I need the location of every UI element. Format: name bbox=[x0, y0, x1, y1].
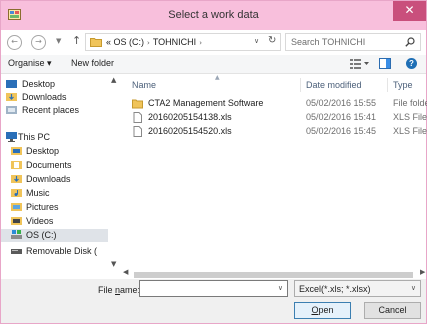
column-divider[interactable] bbox=[387, 78, 388, 92]
navigation-pane: Desktop Downloads Recent places This PC … bbox=[1, 74, 120, 270]
new-folder-button[interactable]: New folder bbox=[71, 58, 114, 68]
file-open-dialog: Select a work data ✕ ← → ▼ ↑ « OS (C:) › T… bbox=[0, 0, 427, 324]
help-icon[interactable]: ? bbox=[406, 58, 417, 69]
change-view-icon[interactable] bbox=[350, 58, 370, 69]
up-button[interactable]: ↑ bbox=[72, 34, 81, 47]
scroll-right-icon[interactable]: ▶ bbox=[420, 268, 425, 276]
search-icon[interactable] bbox=[405, 37, 415, 47]
sidebar-item-pictures[interactable]: Pictures bbox=[1, 201, 108, 214]
command-bar: Organise ▾ New folder ? bbox=[1, 55, 426, 74]
file-name: 20160205154138.xls bbox=[148, 112, 232, 122]
column-header-date-modified[interactable]: Date modified bbox=[306, 80, 362, 90]
sort-ascending-icon: ▲ bbox=[215, 74, 220, 81]
file-name-field[interactable] bbox=[140, 281, 280, 296]
sidebar-item-removable-disk[interactable]: Removable Disk ( bbox=[1, 245, 108, 258]
forward-button[interactable]: → bbox=[31, 35, 46, 50]
dialog-footer: File name: ∨ Excel(*.xls; *.xlsx) ∨ Open… bbox=[1, 279, 426, 323]
back-button[interactable]: ← bbox=[7, 35, 22, 50]
address-dropdown-icon[interactable]: ∨ bbox=[254, 37, 259, 45]
sidebar-item-documents[interactable]: Documents bbox=[1, 159, 108, 172]
desktop-folder-icon bbox=[11, 147, 22, 155]
preview-pane-icon[interactable] bbox=[379, 58, 391, 69]
file-name-combobox[interactable]: ∨ bbox=[139, 280, 288, 297]
horizontal-scrollbar[interactable]: ◀ ▶ bbox=[121, 268, 427, 279]
breadcrumb: « OS (C:) › TOHNICHI › bbox=[106, 37, 205, 47]
file-name: 20160205154520.xls bbox=[148, 126, 232, 136]
scroll-left-icon[interactable]: ◀ bbox=[123, 268, 128, 276]
search-placeholder: Search TOHNICHI bbox=[291, 37, 366, 47]
address-overflow[interactable]: « bbox=[106, 37, 111, 47]
sidebar-item-recent-places[interactable]: Recent places bbox=[1, 104, 108, 117]
breadcrumb-item-folder[interactable]: TOHNICHI bbox=[153, 37, 196, 47]
sidebar-item-desktop-folder[interactable]: Desktop bbox=[1, 145, 108, 158]
navigation-pane-scrollbar[interactable]: ▲ ▼ bbox=[108, 74, 121, 270]
chevron-down-icon[interactable]: ∨ bbox=[411, 284, 416, 292]
file-list: ▲ Name Date modified Type CTA2 Managemen… bbox=[121, 74, 427, 270]
file-icon bbox=[133, 112, 142, 123]
file-row[interactable]: CTA2 Management Software 05/02/2016 15:5… bbox=[121, 97, 427, 110]
column-header-type[interactable]: Type bbox=[393, 80, 413, 90]
file-date: 05/02/2016 15:45 bbox=[306, 126, 377, 136]
recent-places-icon bbox=[6, 106, 17, 114]
recent-locations-chevron-icon[interactable]: ▼ bbox=[56, 37, 61, 45]
file-date: 05/02/2016 15:41 bbox=[306, 112, 377, 122]
this-pc-icon bbox=[6, 132, 17, 142]
refresh-icon[interactable]: ↻ bbox=[268, 35, 276, 46]
file-type: File folder bbox=[393, 98, 427, 108]
file-type: XLS File bbox=[393, 112, 427, 122]
search-input[interactable]: Search TOHNICHI bbox=[285, 33, 421, 51]
sidebar-item-videos[interactable]: Videos bbox=[1, 215, 108, 228]
organise-button[interactable]: Organise ▾ bbox=[8, 58, 52, 69]
sidebar-item-downloads-pc[interactable]: Downloads bbox=[1, 173, 108, 186]
breadcrumb-separator[interactable]: › bbox=[147, 39, 150, 47]
file-name: CTA2 Management Software bbox=[148, 98, 264, 108]
file-type-value: Excel(*.xls; *.xlsx) bbox=[299, 284, 371, 294]
documents-icon bbox=[11, 161, 22, 169]
music-icon bbox=[11, 189, 22, 197]
sidebar-item-os-drive[interactable]: OS (C:) bbox=[1, 229, 108, 242]
sidebar-item-music[interactable]: Music bbox=[1, 187, 108, 200]
drive-icon bbox=[11, 230, 22, 239]
navigation-bar: ← → ▼ ↑ « OS (C:) › TOHNICHI › ∨ ↻ Search T… bbox=[1, 30, 426, 55]
pictures-icon bbox=[11, 203, 22, 211]
open-button[interactable]: Open bbox=[294, 302, 351, 319]
folder-icon bbox=[90, 38, 102, 47]
scroll-up-icon[interactable]: ▲ bbox=[111, 76, 116, 84]
chevron-down-icon[interactable]: ∨ bbox=[278, 284, 283, 292]
address-bar[interactable]: « OS (C:) › TOHNICHI › ∨ ↻ bbox=[85, 33, 281, 51]
file-type: XLS File bbox=[393, 126, 427, 136]
file-row[interactable]: 20160205154138.xls 05/02/2016 15:41 XLS … bbox=[121, 111, 427, 124]
scrollbar-thumb[interactable] bbox=[134, 272, 413, 278]
sidebar-item-this-pc[interactable]: This PC bbox=[1, 131, 108, 144]
file-icon bbox=[133, 126, 142, 137]
cancel-button[interactable]: Cancel bbox=[364, 302, 421, 319]
sidebar-item-desktop[interactable]: Desktop bbox=[1, 78, 108, 91]
file-name-label: File name: bbox=[98, 285, 141, 295]
downloads-icon bbox=[6, 93, 17, 101]
sidebar-item-downloads[interactable]: Downloads bbox=[1, 91, 108, 104]
title-bar[interactable]: Select a work data ✕ bbox=[1, 1, 426, 30]
breadcrumb-item-drive[interactable]: OS (C:) bbox=[114, 37, 145, 47]
removable-disk-icon bbox=[11, 249, 22, 254]
desktop-icon bbox=[6, 80, 17, 88]
file-type-select[interactable]: Excel(*.xls; *.xlsx) ∨ bbox=[294, 280, 421, 297]
column-header-name[interactable]: Name bbox=[132, 80, 156, 90]
downloads-icon bbox=[11, 175, 22, 183]
dialog-title: Select a work data bbox=[168, 9, 259, 21]
column-divider[interactable] bbox=[300, 78, 301, 92]
videos-icon bbox=[11, 217, 22, 225]
scroll-down-icon[interactable]: ▼ bbox=[111, 260, 116, 268]
file-date: 05/02/2016 15:55 bbox=[306, 98, 377, 108]
file-row[interactable]: 20160205154520.xls 05/02/2016 15:45 XLS … bbox=[121, 125, 427, 138]
folder-icon bbox=[132, 99, 143, 109]
close-button[interactable]: ✕ bbox=[393, 1, 426, 21]
breadcrumb-separator[interactable]: › bbox=[199, 39, 202, 47]
